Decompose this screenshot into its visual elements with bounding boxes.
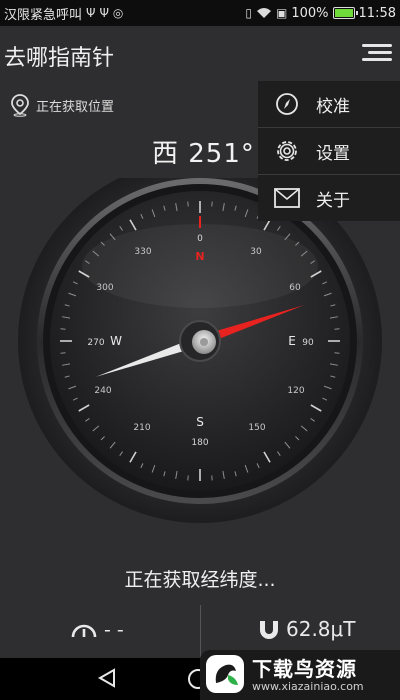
back-icon[interactable] bbox=[96, 667, 118, 689]
usb-icon: Ψ bbox=[86, 6, 96, 20]
watermark-url: www.xiazainiao.com bbox=[252, 680, 364, 693]
status-message: 正在获取经纬度... bbox=[124, 569, 276, 591]
gear-icon bbox=[274, 138, 300, 164]
cardinal-north: N bbox=[195, 250, 204, 263]
location-status-text: 正在获取位置 bbox=[36, 99, 115, 115]
stats-divider bbox=[200, 605, 201, 658]
battery-percent: 100% bbox=[291, 5, 329, 21]
tick-label-330: 330 bbox=[134, 247, 151, 257]
tick-label-240: 240 bbox=[94, 386, 111, 396]
status-carrier-text: 汉限紧急呼叫 bbox=[4, 7, 83, 23]
tick-label-60: 60 bbox=[289, 283, 301, 293]
location-row: 正在获取位置 bbox=[10, 93, 114, 117]
magnetic-field-value: 62.8μT bbox=[286, 617, 356, 641]
magnet-icon bbox=[260, 621, 278, 639]
cardinal-east: E bbox=[288, 334, 296, 348]
heading-readout: 西 251° bbox=[152, 139, 255, 169]
tick-label-180: 180 bbox=[191, 438, 208, 448]
menu-item-settings-label: 设置 bbox=[316, 143, 350, 164]
cardinal-west: W bbox=[110, 334, 122, 348]
overflow-menu: 校准 设置 关于 bbox=[258, 81, 400, 221]
menu-icon[interactable] bbox=[362, 40, 392, 70]
status-bar: 汉限紧急呼叫 Ψ Ψ ◎ ▯ ▣ 100% 11:58 bbox=[0, 0, 400, 26]
menu-item-about-label: 关于 bbox=[316, 190, 350, 211]
tick-label-30: 30 bbox=[250, 247, 262, 257]
app-bar: 去哪指南针 bbox=[0, 26, 400, 84]
tick-label-0: 0 bbox=[197, 234, 203, 244]
menu-item-calibrate[interactable]: 校准 bbox=[258, 81, 400, 128]
tick-label-150: 150 bbox=[248, 423, 265, 433]
tick-label-210: 210 bbox=[133, 423, 150, 433]
status-time: 11:58 bbox=[358, 5, 396, 21]
cardinal-south: S bbox=[196, 415, 204, 429]
tick-label-300: 300 bbox=[96, 283, 113, 293]
vibrate-icon: ▯ bbox=[245, 6, 253, 20]
menu-item-settings[interactable]: 设置 bbox=[258, 128, 400, 175]
status-left: 汉限紧急呼叫 Ψ Ψ ◎ bbox=[4, 4, 123, 23]
speed-value: - - bbox=[104, 619, 124, 641]
battery-fill bbox=[334, 9, 353, 17]
battery-icon bbox=[332, 7, 358, 19]
data-icon: ▣ bbox=[276, 6, 288, 20]
hub-center bbox=[200, 338, 208, 346]
speedometer-icon bbox=[71, 624, 97, 638]
compass-svg: 0 30 60 90 120 150 180 210 240 270 300 3… bbox=[18, 159, 382, 523]
wifi-icon bbox=[257, 8, 272, 18]
tick-label-120: 120 bbox=[287, 386, 304, 396]
compass-icon bbox=[274, 91, 300, 117]
app-title: 去哪指南针 bbox=[4, 46, 115, 71]
menu-item-about[interactable]: 关于 bbox=[258, 175, 400, 221]
tick-label-90: 90 bbox=[302, 338, 314, 348]
compass-dial: 0 30 60 90 120 150 180 210 240 270 300 3… bbox=[0, 159, 400, 538]
status-right: ▯ ▣ 100% 11:58 bbox=[245, 6, 396, 21]
watermark: 下载鸟资源 www.xiazainiao.com bbox=[200, 650, 400, 700]
watermark-title: 下载鸟资源 bbox=[252, 657, 357, 681]
mail-icon bbox=[274, 185, 300, 211]
watermark-logo-icon bbox=[206, 655, 244, 693]
usb-icon-2: Ψ bbox=[99, 6, 109, 20]
location-pin-icon bbox=[11, 94, 29, 117]
magnetic-stat: 62.8μT bbox=[258, 617, 355, 641]
bird-logo-icon bbox=[215, 664, 238, 685]
sync-icon: ◎ bbox=[112, 6, 124, 20]
speed-stat: - - bbox=[70, 619, 124, 641]
tick-label-270: 270 bbox=[87, 338, 104, 348]
menu-item-calibrate-label: 校准 bbox=[316, 96, 350, 117]
